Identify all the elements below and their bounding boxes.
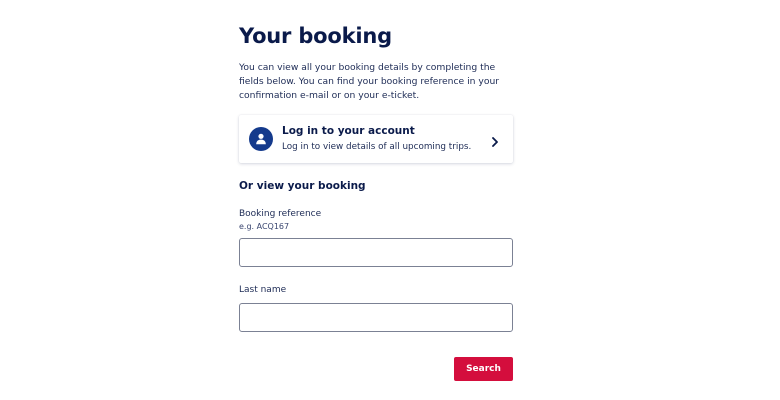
booking-reference-label: Booking reference <box>239 209 322 219</box>
last-name-label: Last name <box>239 285 287 295</box>
last-name-input[interactable] <box>239 303 513 332</box>
login-card-subtitle: Log in to view details of all upcoming t… <box>282 142 472 152</box>
user-icon <box>249 127 273 151</box>
section-heading: Or view your booking <box>239 180 366 192</box>
booking-reference-input[interactable] <box>239 238 513 267</box>
intro-text: You can view all your booking details by… <box>239 62 500 101</box>
login-card[interactable]: Log in to your account Log in to view de… <box>239 115 513 163</box>
chevron-right-icon <box>491 134 499 152</box>
login-card-title: Log in to your account <box>282 125 415 137</box>
page-title: Your booking <box>239 24 392 48</box>
booking-reference-hint: e.g. ACQ167 <box>239 222 290 231</box>
search-button[interactable]: Search <box>454 357 513 381</box>
